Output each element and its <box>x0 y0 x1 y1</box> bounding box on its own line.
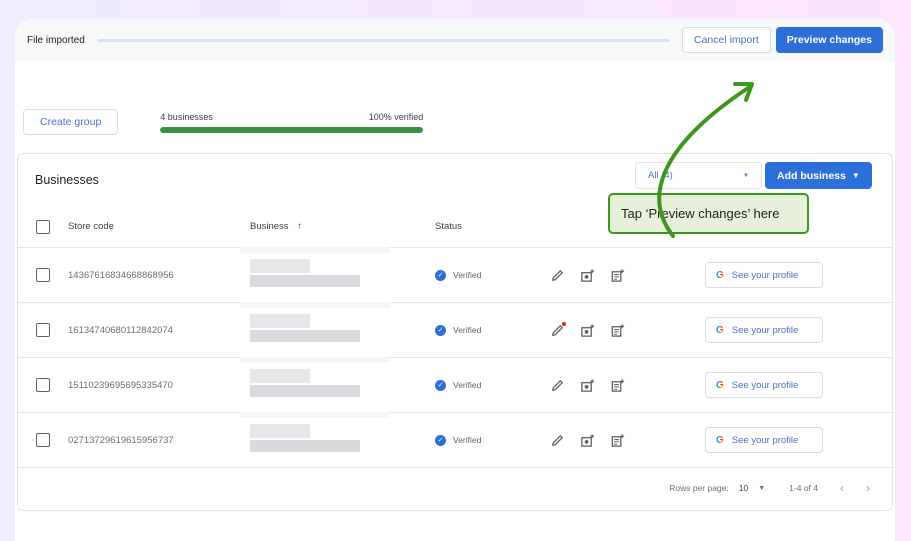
edit-pencil-icon[interactable] <box>549 267 565 283</box>
add-photo-icon[interactable] <box>579 267 595 283</box>
table-row: 14367616834668868956 ✓ Verified G See yo… <box>18 247 892 303</box>
dropdown-caret-icon[interactable]: ▼ <box>758 485 765 492</box>
verified-check-icon: ✓ <box>435 269 446 281</box>
edit-pencil-icon[interactable] <box>549 322 566 338</box>
column-business[interactable]: Business ↑ <box>250 221 435 232</box>
table-row: 15110239695695335470 ✓ Verified G See yo… <box>18 357 892 413</box>
column-status[interactable]: Status <box>435 221 545 232</box>
verified-check-icon: ✓ <box>435 434 446 446</box>
add-photo-icon[interactable] <box>579 377 595 393</box>
status-badge: Verified <box>453 270 482 280</box>
page-range-label: 1-4 of 4 <box>789 483 818 493</box>
import-status-bar: File imported Cancel import Preview chan… <box>15 19 895 61</box>
add-business-button[interactable]: Add business ▼ <box>765 162 872 189</box>
see-profile-label: See your profile <box>731 324 799 336</box>
verification-progress: 4 businesses 100% verified <box>160 111 424 133</box>
import-status-title: File imported <box>27 34 85 46</box>
row-checkbox[interactable] <box>36 268 50 282</box>
add-post-icon[interactable] <box>609 322 625 338</box>
verified-progress-bar <box>160 126 424 133</box>
status-badge: Verified <box>453 435 482 445</box>
store-code: 16134740680112842074 <box>68 324 173 336</box>
see-profile-label: See your profile <box>731 434 799 446</box>
create-group-button[interactable]: Create group <box>23 109 119 135</box>
summary-section: Create group 4 businesses 100% verified <box>23 109 424 135</box>
business-name-redacted <box>240 412 390 460</box>
verified-percent-label: 100% verified <box>368 111 424 122</box>
row-checkbox[interactable] <box>36 323 50 337</box>
edit-pencil-icon[interactable] <box>549 377 565 393</box>
row-checkbox[interactable] <box>36 378 50 392</box>
cancel-import-button[interactable]: Cancel import <box>682 27 771 53</box>
sort-ascending-icon: ↑ <box>297 221 302 232</box>
status-badge: Verified <box>453 380 482 390</box>
add-post-icon[interactable] <box>609 377 625 393</box>
see-profile-button[interactable]: G See your profile <box>705 427 823 453</box>
table-row: 02713729619615956737 ✓ Verified G See yo… <box>18 412 892 468</box>
add-photo-icon[interactable] <box>579 322 595 338</box>
rows-per-page-label: Rows per page: <box>669 483 729 493</box>
edit-pencil-icon[interactable] <box>549 432 565 448</box>
see-profile-label: See your profile <box>731 379 799 391</box>
google-g-icon: G <box>716 324 724 336</box>
business-name-redacted <box>240 357 390 405</box>
see-profile-button[interactable]: G See your profile <box>705 262 823 288</box>
see-profile-button[interactable]: G See your profile <box>705 372 823 398</box>
select-all-checkbox[interactable] <box>36 219 50 234</box>
pagination: Rows per page: 10 ▼ 1-4 of 4 ‹ › <box>18 468 892 508</box>
next-page-icon[interactable]: › <box>866 481 870 495</box>
table-row: 16134740680112842074 ✓ Verified G See yo… <box>18 302 892 358</box>
businesses-heading: Businesses <box>35 173 99 187</box>
see-profile-button[interactable]: G See your profile <box>705 317 823 343</box>
store-code: 02713729619615956737 <box>68 434 174 446</box>
column-store-code[interactable]: Store code <box>68 221 250 232</box>
add-post-icon[interactable] <box>609 432 625 448</box>
add-business-label: Add business <box>777 169 846 182</box>
business-name-redacted <box>240 302 390 350</box>
column-business-label: Business <box>250 221 289 232</box>
add-post-icon[interactable] <box>609 267 625 283</box>
rows-per-page-select[interactable]: 10 <box>739 483 748 493</box>
dropdown-caret-icon: ▼ <box>851 171 860 180</box>
verified-check-icon: ✓ <box>435 324 446 336</box>
filter-value: All (4) <box>648 170 673 181</box>
business-count-label: 4 businesses <box>160 111 213 122</box>
google-g-icon: G <box>716 379 724 391</box>
row-checkbox[interactable] <box>36 433 50 447</box>
prev-page-icon[interactable]: ‹ <box>840 481 844 495</box>
filter-dropdown[interactable]: All (4) ▼ <box>635 162 762 189</box>
verified-check-icon: ✓ <box>435 379 446 391</box>
import-progress-track <box>96 38 670 42</box>
status-badge: Verified <box>453 325 482 335</box>
google-g-icon: G <box>716 269 724 281</box>
store-code: 14367616834668868956 <box>68 269 174 281</box>
google-g-icon: G <box>716 434 724 446</box>
table-body: 14367616834668868956 ✓ Verified G See yo… <box>18 247 892 468</box>
verified-progress-fill <box>160 126 424 133</box>
annotation-tooltip: Tap ‘Preview changes’ here <box>608 193 809 234</box>
add-photo-icon[interactable] <box>579 432 595 448</box>
preview-changes-button[interactable]: Preview changes <box>775 27 883 53</box>
store-code: 15110239695695335470 <box>68 379 173 391</box>
import-panel: File imported Cancel import Preview chan… <box>15 19 895 541</box>
dropdown-caret-icon: ▼ <box>743 172 749 179</box>
business-name-redacted <box>240 247 390 295</box>
see-profile-label: See your profile <box>731 269 799 281</box>
alert-dot <box>562 322 566 326</box>
